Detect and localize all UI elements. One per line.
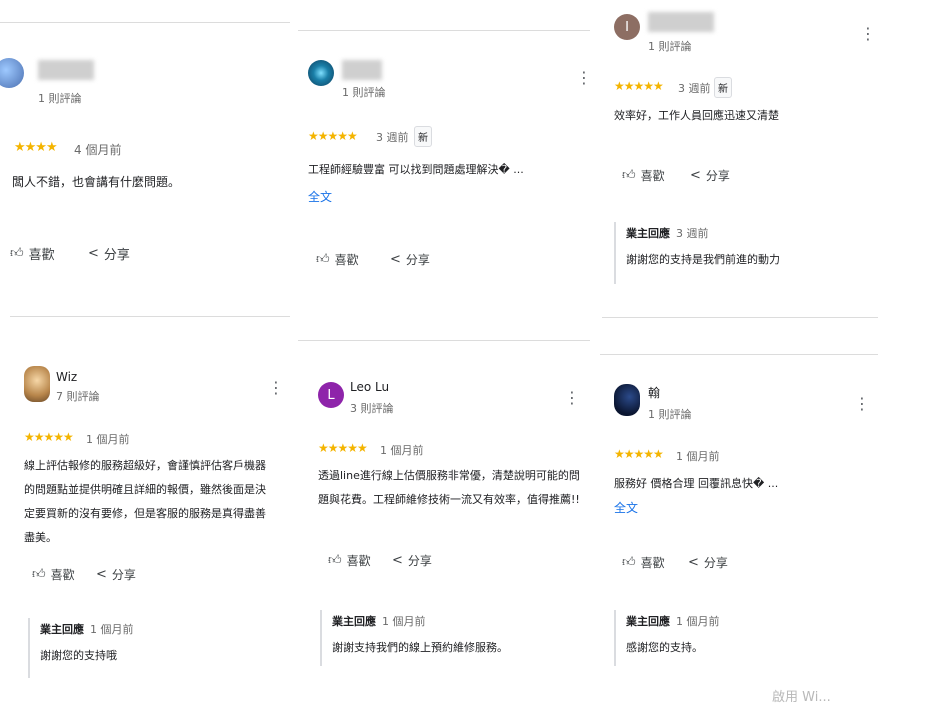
review-time: 1 個月前 [86,433,130,446]
divider [298,340,590,341]
star-rating: ★★★★★ [614,447,664,461]
review-count[interactable]: 7 則評論 [56,388,100,404]
share-button[interactable]: < 分享 [690,167,730,184]
more-options-icon[interactable]: ⋮ [268,380,284,396]
review-text: 線上評估報修的服務超級好，會謹慎評估客戶機器的問題點並提供明確且詳細的報價，雖然… [24,459,266,544]
avatar[interactable] [24,366,50,402]
owner-reply: 業主回應 1 個月前 感謝您的支持。 [614,610,866,666]
thumbs-up-icon: 👍︎ [622,168,636,183]
avatar[interactable]: L [318,382,344,408]
more-options-icon[interactable]: ⋮ [576,70,592,86]
star-rating: ★★★★★ [614,79,664,93]
thumbs-up-icon: 👍︎ [10,246,24,261]
divider [602,317,878,318]
share-icon: < [690,168,701,183]
new-badge: 新 [414,126,432,147]
reply-time: 1 個月前 [676,615,720,628]
share-button[interactable]: < 分享 [392,552,432,569]
share-icon: < [96,567,107,582]
divider [298,30,590,31]
avatar[interactable]: I [614,14,640,40]
star-rating: ★★★★★ [308,129,358,143]
owner-reply: 業主回應 3 週前 謝謝您的支持是我們前進的動力 [614,222,866,284]
avatar[interactable] [614,384,640,416]
review-count[interactable]: 1 則評論 [648,38,692,54]
avatar[interactable] [308,60,334,86]
review-time: 1 個月前 [380,444,424,457]
star-rating: ★★★★★ [318,441,368,455]
reply-title: 業主回應 [332,615,376,628]
divider [0,22,290,23]
more-options-icon[interactable]: ⋮ [854,396,870,412]
reply-text: 感謝您的支持。 [626,641,703,654]
review-text: 工程師經驗豐富 可以找到問題處理解決� ... [308,163,524,176]
reply-time: 3 週前 [676,227,709,240]
review-text: 效率好，工作人員回應迅速又清楚 [614,109,779,122]
share-icon: < [392,553,403,568]
like-button[interactable]: 👍︎ 喜歡 [622,554,665,571]
review-text: 透過line進行線上估價服務非常優，清楚說明可能的問題與花費。工程師維修技術一流… [318,469,580,506]
reviewer-name-blurred[interactable] [38,60,94,80]
review-time: 3 週前 [376,131,409,144]
review-text: 闆人不錯，也會講有什麼問題。 [12,175,181,189]
read-more-link[interactable]: 全文 [614,499,638,516]
like-button[interactable]: 👍︎ 喜歡 [328,552,371,569]
thumbs-up-icon: 👍︎ [328,553,342,568]
new-badge: 新 [714,77,732,98]
reviewer-name-blurred[interactable] [648,12,714,32]
review-time: 3 週前 [678,82,711,95]
like-button[interactable]: 👍︎ 喜歡 [10,244,55,263]
share-button[interactable]: < 分享 [88,244,130,263]
review-count[interactable]: 1 則評論 [38,90,82,106]
share-icon: < [390,252,401,267]
reply-text: 謝謝您的支持哦 [40,649,117,662]
like-button[interactable]: 👍︎ 喜歡 [32,566,75,583]
like-button[interactable]: 👍︎ 喜歡 [316,251,359,268]
reply-title: 業主回應 [626,615,670,628]
review-card: 翰 1 則評論 ⋮ ★★★★★ 1 個月前 服務好 價格合理 回覆訊息快� ..… [600,354,878,688]
share-button[interactable]: < 分享 [390,251,430,268]
share-icon: < [88,246,99,261]
review-text: 服務好 價格合理 回覆訊息快� ... [614,477,779,490]
reply-text: 謝謝您的支持是我們前進的動力 [626,253,780,266]
reply-title: 業主回應 [626,227,670,240]
reviewer-name-blurred[interactable] [342,60,382,80]
review-count[interactable]: 3 則評論 [350,400,394,416]
divider [600,354,878,355]
review-card: I 1 則評論 ⋮ ★★★★★ 3 週前 新 效率好，工作人員回應迅速又清楚 👍… [602,0,878,318]
avatar[interactable] [0,58,24,88]
share-icon: < [688,555,699,570]
share-button[interactable]: < 分享 [688,554,728,571]
review-count[interactable]: 1 則評論 [342,84,386,100]
review-card: 1 則評論 ⋮ ★★★★★ 3 週前 新 工程師經驗豐富 可以找到問題處理解決�… [298,0,592,300]
owner-reply: 業主回應 1 個月前 謝謝支持我們的線上預約維修服務。 [320,610,572,666]
reviewer-name[interactable]: 翰 [648,384,660,401]
review-count[interactable]: 1 則評論 [648,406,692,422]
thumbs-up-icon: 👍︎ [622,555,636,570]
review-time: 4 個月前 [74,143,122,157]
thumbs-up-icon: 👍︎ [316,252,330,267]
share-button[interactable]: < 分享 [96,566,136,583]
reply-title: 業主回應 [40,623,84,636]
owner-reply: 業主回應 1 個月前 謝謝您的支持哦 [28,618,270,678]
more-options-icon[interactable]: ⋮ [564,390,580,406]
reply-time: 1 個月前 [382,615,426,628]
star-rating: ★★★★ [14,140,58,155]
review-card: Wiz 7 則評論 ⋮ ★★★★★ 1 個月前 線上評估報修的服務超級好，會謹慎… [10,316,290,686]
divider [10,316,290,317]
windows-activation-watermark: 啟用 Wi... [772,690,831,705]
reply-text: 謝謝支持我們的線上預約維修服務。 [332,641,508,654]
star-rating: ★★★★★ [24,430,74,444]
review-card: L Leo Lu 3 則評論 ⋮ ★★★★★ 1 個月前 透過line進行線上估… [298,340,590,688]
reply-time: 1 個月前 [90,623,134,636]
like-button[interactable]: 👍︎ 喜歡 [622,167,665,184]
thumbs-up-icon: 👍︎ [32,567,46,582]
review-time: 1 個月前 [676,450,720,463]
review-card: 1 則評論 ★★★★ 4 個月前 闆人不錯，也會講有什麼問題。 👍︎ 喜歡 < … [0,0,290,300]
reviewer-name[interactable]: Leo Lu [350,380,389,394]
read-more-link[interactable]: 全文 [308,188,332,205]
reviewer-name[interactable]: Wiz [56,370,77,384]
more-options-icon[interactable]: ⋮ [860,26,876,42]
